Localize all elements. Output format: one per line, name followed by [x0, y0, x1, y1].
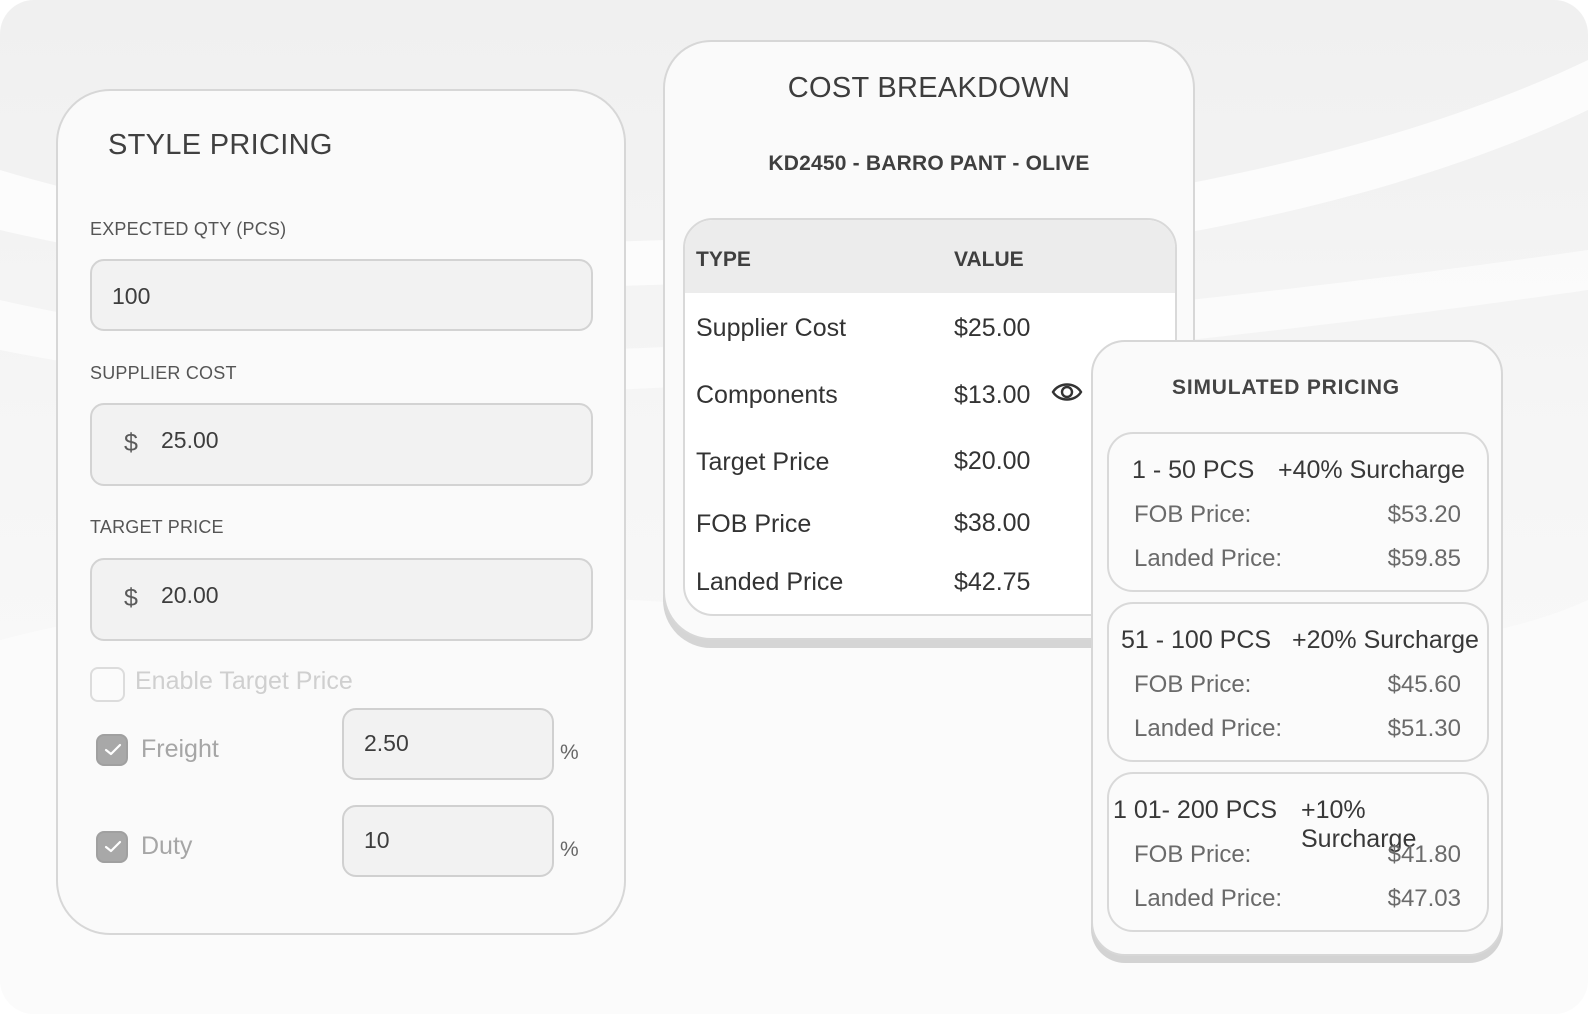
tier-qty-range: 51 - 100 PCS — [1121, 626, 1272, 654]
enable-target-price-label: Enable Target Price — [135, 667, 353, 695]
tier-landed-value: $47.03 — [1387, 885, 1461, 912]
style-name: KD2450 - BARRO PANT - OLIVE — [768, 152, 1090, 175]
pricing-tier: 1 - 50 PCS +40% Surcharge FOB Price: $53… — [1107, 432, 1489, 592]
tier-landed-label: Landed Price: — [1134, 545, 1283, 572]
tier-landed-value: $59.85 — [1387, 545, 1461, 572]
duty-label: Duty — [141, 832, 193, 860]
pricing-tier: 51 - 100 PCS +20% Surcharge FOB Price: $… — [1107, 602, 1489, 762]
style-pricing-title: STYLE PRICING — [108, 129, 333, 161]
tier-qty-range: 1 01- 200 PCS — [1113, 796, 1277, 824]
column-header-type: TYPE — [696, 248, 751, 271]
tier-qty-range: 1 - 50 PCS — [1132, 456, 1255, 484]
row-value-fob-price: $38.00 — [954, 509, 1031, 537]
target-price-input[interactable]: $ 20.00 — [90, 558, 593, 641]
row-type-fob-price: FOB Price — [696, 510, 812, 538]
tier-fob-label: FOB Price: — [1134, 501, 1252, 528]
tier-fob-value: $45.60 — [1387, 671, 1461, 698]
tier-surcharge: +20% Surcharge — [1292, 626, 1479, 654]
duty-input[interactable]: 10 — [342, 805, 554, 877]
tier-landed-label: Landed Price: — [1134, 715, 1283, 742]
pricing-tier: 1 01- 200 PCS +10% Surcharge FOB Price: … — [1107, 772, 1489, 932]
row-type-components: Components — [696, 381, 838, 409]
duty-percent-unit: % — [560, 838, 579, 861]
enable-target-price-checkbox[interactable] — [90, 667, 125, 702]
dollar-icon: $ — [124, 429, 138, 457]
simulated-pricing-card: SIMULATED PRICING 1 - 50 PCS +40% Surcha… — [1091, 340, 1503, 956]
expected-qty-label: EXPECTED QTY (PCS) — [90, 219, 287, 239]
duty-checkbox[interactable] — [96, 831, 128, 863]
supplier-cost-value: 25.00 — [161, 427, 219, 453]
freight-percent-unit: % — [560, 741, 579, 764]
row-value-landed-price: $42.75 — [954, 568, 1031, 596]
target-price-label: TARGET PRICE — [90, 517, 224, 537]
supplier-cost-label: SUPPLIER COST — [90, 363, 237, 383]
target-price-value: 20.00 — [161, 582, 219, 608]
row-value-target-price: $20.00 — [954, 447, 1031, 475]
supplier-cost-input[interactable]: $ 25.00 — [90, 403, 593, 486]
simulated-pricing-title: SIMULATED PRICING — [1172, 376, 1400, 399]
tier-fob-value: $41.80 — [1387, 841, 1461, 868]
expected-qty-value: 100 — [112, 283, 151, 309]
row-value-supplier-cost: $25.00 — [954, 314, 1031, 342]
tier-landed-value: $51.30 — [1387, 715, 1461, 742]
duty-value: 10 — [364, 827, 390, 853]
dollar-icon: $ — [124, 584, 138, 612]
expected-qty-input[interactable]: 100 — [90, 259, 593, 331]
freight-checkbox[interactable] — [96, 734, 128, 766]
tier-landed-label: Landed Price: — [1134, 885, 1283, 912]
check-icon — [104, 840, 122, 853]
freight-input[interactable]: 2.50 — [342, 708, 554, 780]
row-value-components: $13.00 — [954, 381, 1031, 409]
style-pricing-card: STYLE PRICING EXPECTED QTY (PCS) 100 SUP… — [56, 89, 626, 935]
tier-surcharge: +40% Surcharge — [1278, 456, 1465, 484]
row-type-supplier-cost: Supplier Cost — [696, 314, 847, 342]
row-type-target-price: Target Price — [696, 448, 830, 476]
row-type-landed-price: Landed Price — [696, 568, 844, 596]
table-header: TYPE VALUE — [685, 220, 1175, 293]
cost-breakdown-title: COST BREAKDOWN — [787, 72, 1071, 104]
column-header-value: VALUE — [954, 248, 1024, 271]
freight-label: Freight — [141, 735, 219, 763]
freight-value: 2.50 — [364, 730, 409, 756]
eye-icon[interactable] — [1051, 379, 1083, 405]
tier-fob-value: $53.20 — [1387, 501, 1461, 528]
tier-fob-label: FOB Price: — [1134, 841, 1252, 868]
check-icon — [104, 743, 122, 756]
tier-fob-label: FOB Price: — [1134, 671, 1252, 698]
